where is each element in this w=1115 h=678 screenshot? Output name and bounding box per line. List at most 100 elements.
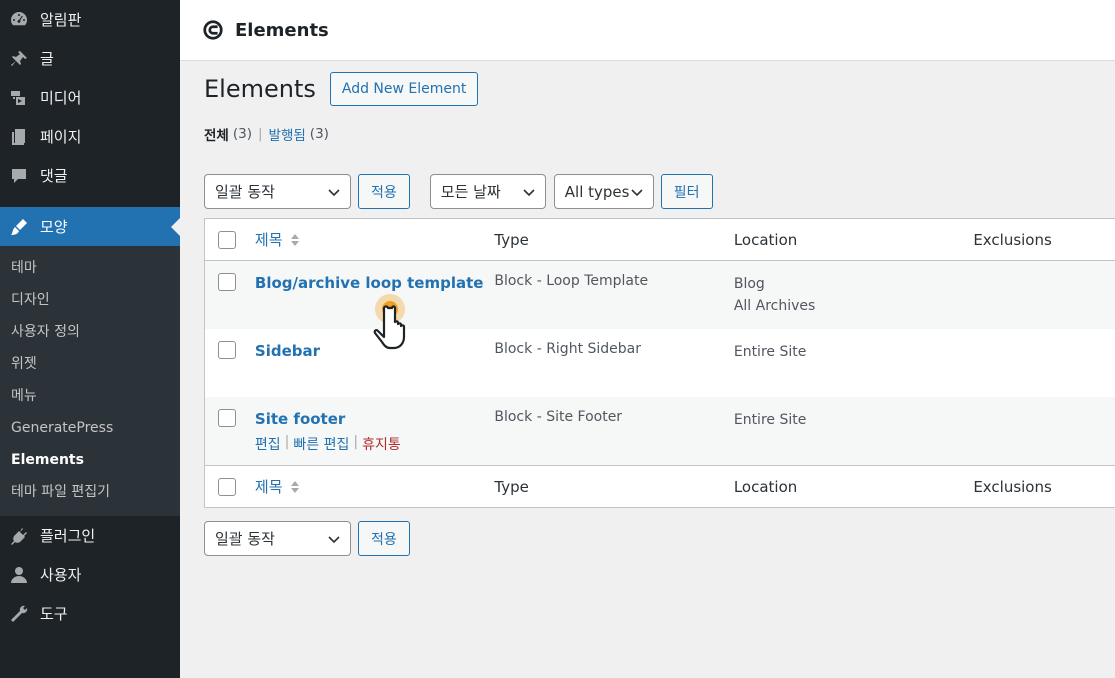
comment-icon	[8, 165, 30, 187]
column-type-footer: Type	[494, 477, 529, 496]
main-content: Elements Add New Element 전체 (3) | 발행됨 (3…	[204, 61, 1115, 556]
menu-plugins[interactable]: 플러그인	[0, 516, 180, 555]
date-filter-select[interactable]: 모든 날짜	[429, 174, 546, 209]
appearance-submenu: 테마 디자인 사용자 정의 위젯 메뉴 GeneratePress Elemen…	[0, 246, 180, 516]
menu-media-label: 미디어	[40, 89, 82, 107]
apply-button[interactable]: 적용	[358, 174, 410, 209]
select-all-cell	[205, 477, 249, 496]
dashboard-icon	[8, 9, 30, 31]
sort-title-link[interactable]: 제목	[255, 229, 494, 250]
menu-comments[interactable]: 댓글	[0, 156, 180, 195]
bulk-action-value: 일괄 동작	[215, 183, 275, 201]
menu-users-label: 사용자	[40, 566, 82, 584]
brush-icon	[8, 216, 30, 238]
menu-comments-label: 댓글	[40, 167, 68, 185]
table-row: Sidebar Block - Right Sidebar Entire Sit…	[205, 329, 1115, 397]
row-checkbox[interactable]	[217, 409, 236, 427]
submenu-design[interactable]: 디자인	[0, 284, 180, 316]
row-exclusions	[973, 397, 1115, 465]
row-title-link[interactable]: Site footer	[255, 410, 345, 428]
submenu-theme-editor[interactable]: 테마 파일 편집기	[0, 476, 180, 508]
user-icon	[8, 564, 30, 586]
row-type: Block - Loop Template	[494, 273, 649, 289]
type-filter-value: All types	[564, 182, 630, 201]
submenu-themes[interactable]: 테마	[0, 252, 180, 284]
location-line: Entire Site	[733, 344, 807, 360]
sort-icon	[290, 480, 299, 493]
column-title-footer[interactable]: 제목	[249, 476, 494, 497]
menu-tools-label: 도구	[40, 605, 68, 623]
row-checkbox[interactable]	[217, 341, 236, 359]
admin-sidebar: 알림판 글 미디어 페이지 댓글 모양 테마 디자인 사용자 정의 위젯 메뉴 …	[0, 0, 180, 678]
submenu-menus[interactable]: 메뉴	[0, 380, 180, 412]
top-tablenav: 일괄 동작 적용 모든 날짜 All types 필터	[204, 174, 1115, 209]
column-location-footer: Location	[733, 477, 798, 496]
menu-pages[interactable]: 페이지	[0, 117, 180, 156]
row-location: Blog All Archives	[734, 261, 973, 329]
edit-link[interactable]: 편집	[255, 434, 281, 454]
status-filter-links: 전체 (3) | 발행됨 (3)	[204, 124, 1115, 144]
row-location: Entire Site	[734, 329, 973, 397]
menu-posts[interactable]: 글	[0, 39, 180, 78]
row-actions: 편집 | 빠른 편집 | 휴지통	[255, 434, 494, 454]
page-title: Elements	[204, 75, 316, 103]
top-header: Elements	[180, 0, 1115, 61]
select-all-checkbox[interactable]	[217, 230, 236, 249]
filter-published-link[interactable]: 발행됨	[269, 124, 306, 144]
row-checkbox-cell	[205, 397, 249, 465]
row-title-link[interactable]: Sidebar	[255, 342, 320, 360]
filter-button[interactable]: 필터	[660, 174, 713, 209]
table-footer-row: 제목 Type Location Exclusions	[205, 465, 1115, 507]
trash-link[interactable]: 휴지통	[362, 434, 401, 454]
row-type: Block - Site Footer	[494, 409, 623, 425]
select-all-cell	[205, 230, 249, 249]
menu-dashboard[interactable]: 알림판	[0, 0, 180, 39]
submenu-customize[interactable]: 사용자 정의	[0, 316, 180, 348]
menu-plugins-label: 플러그인	[40, 527, 96, 545]
sort-icon	[290, 233, 299, 246]
row-title-cell: Site footer 편집 | 빠른 편집 | 휴지통	[249, 397, 494, 465]
menu-tools[interactable]: 도구	[0, 594, 180, 633]
row-exclusions	[973, 329, 1115, 397]
bulk-action-select-bottom[interactable]: 일괄 동작	[204, 521, 351, 556]
menu-media[interactable]: 미디어	[0, 78, 180, 117]
media-icon	[8, 87, 30, 109]
header-title: Elements	[235, 19, 329, 41]
menu-appearance[interactable]: 모양	[0, 207, 180, 246]
row-type: Block - Right Sidebar	[494, 341, 642, 357]
column-location: Location	[733, 230, 798, 249]
column-exclusions: Exclusions	[973, 230, 1052, 249]
column-type: Type	[494, 230, 529, 249]
submenu-generatepress[interactable]: GeneratePress	[0, 412, 180, 444]
quick-edit-link[interactable]: 빠른 편집	[293, 434, 349, 454]
table-row: Site footer 편집 | 빠른 편집 | 휴지통 Block - Sit…	[205, 397, 1115, 465]
chevron-down-icon	[523, 188, 535, 196]
filter-all-count: (3)	[232, 126, 252, 142]
filter-separator: |	[257, 126, 263, 142]
bulk-action-value: 일괄 동작	[215, 530, 275, 548]
sort-title-link-footer[interactable]: 제목	[255, 476, 494, 497]
submenu-elements[interactable]: Elements	[0, 444, 180, 476]
column-title[interactable]: 제목	[249, 229, 494, 250]
bulk-action-select[interactable]: 일괄 동작	[204, 174, 351, 209]
apply-button-bottom[interactable]: 적용	[358, 521, 410, 556]
select-all-checkbox-footer[interactable]	[217, 477, 236, 496]
location-line: Blog	[733, 276, 765, 292]
plugin-icon	[8, 525, 30, 547]
wrench-icon	[8, 603, 30, 625]
submenu-widgets[interactable]: 위젯	[0, 348, 180, 380]
add-new-element-button[interactable]: Add New Element	[329, 72, 479, 106]
action-separator: |	[284, 434, 290, 450]
column-exclusions-footer: Exclusions	[973, 477, 1052, 496]
generatepress-logo-icon	[203, 20, 223, 40]
chevron-down-icon	[328, 188, 340, 196]
bottom-tablenav: 일괄 동작 적용	[204, 521, 1115, 556]
row-checkbox[interactable]	[217, 273, 236, 291]
menu-users[interactable]: 사용자	[0, 555, 180, 594]
filter-published-count: (3)	[309, 126, 329, 142]
filter-all-link[interactable]: 전체	[204, 124, 229, 144]
table-row: Blog/archive loop template Block - Loop …	[205, 261, 1115, 329]
type-filter-select[interactable]: All types	[553, 174, 654, 209]
location-line: All Archives	[733, 298, 816, 314]
menu-pages-label: 페이지	[40, 128, 82, 146]
